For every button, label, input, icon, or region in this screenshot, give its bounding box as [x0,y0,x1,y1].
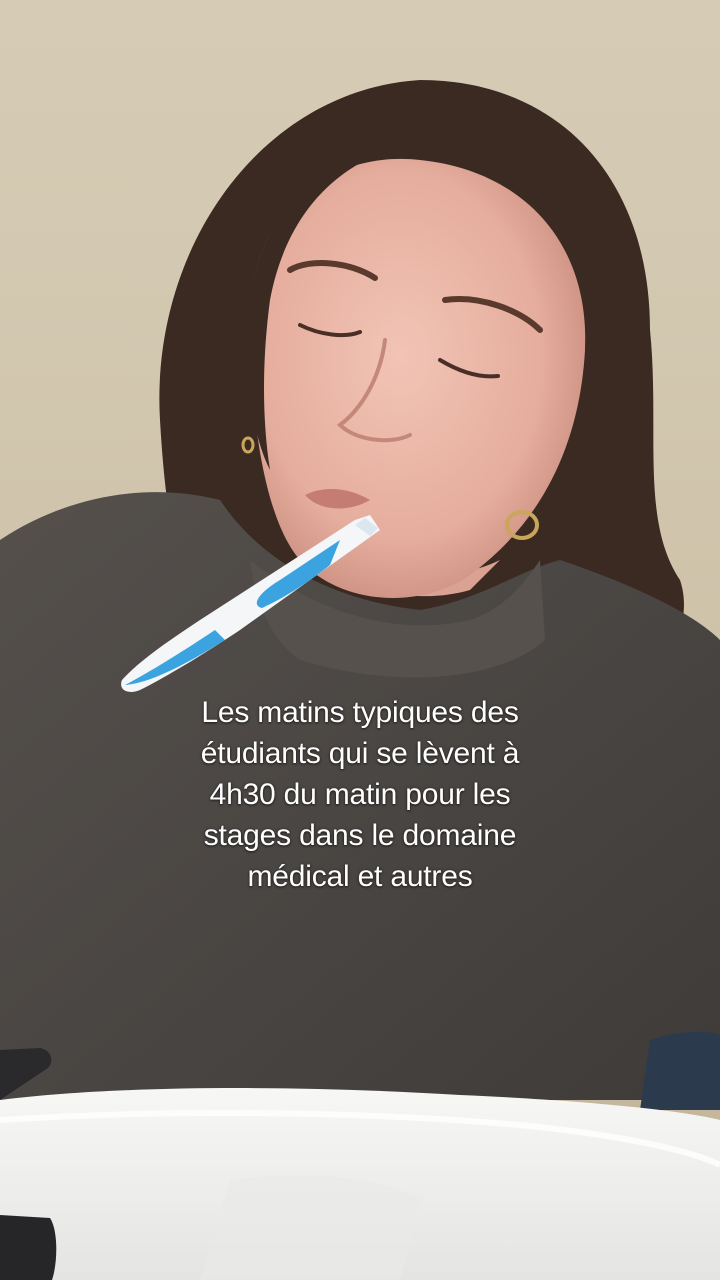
caption-line: 4h30 du matin pour les [209,778,511,811]
dark-object-bottom [0,1215,57,1280]
video-frame: Les matins typiques des étudiants qui se… [0,0,720,1280]
bathroom-selfie-photo [0,0,720,1280]
caption-line: Les matins typiques des [201,696,519,729]
video-caption: Les matins typiques des étudiants qui se… [120,692,600,897]
caption-line: stages dans le domaine [203,819,517,852]
caption-line: étudiants qui se lèvent à [200,737,520,770]
jeans [640,1031,720,1110]
caption-line: médical et autres [247,860,473,893]
